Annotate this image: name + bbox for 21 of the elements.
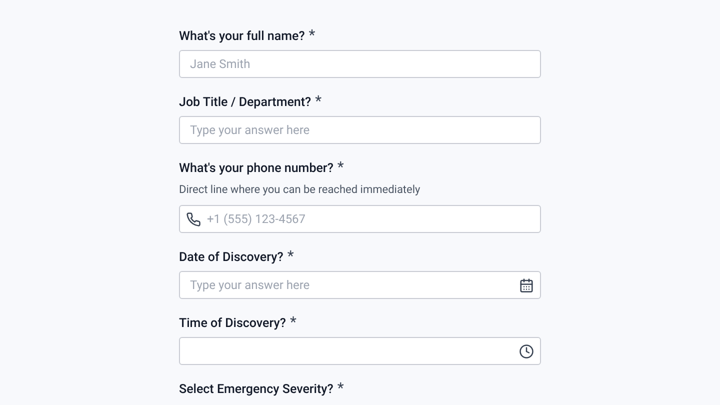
time-field[interactable] <box>179 337 541 365</box>
text-field[interactable]: Type your answer here <box>179 116 541 144</box>
required-asterisk: * <box>290 315 296 329</box>
required-asterisk: * <box>287 249 294 263</box>
clock-icon[interactable] <box>519 344 534 359</box>
question-label: Select Emergency Severity? <box>179 381 334 398</box>
phone-icon <box>186 212 201 227</box>
question-label: Job Title / Department? <box>179 94 312 111</box>
question-label: What's your phone number? <box>179 160 334 177</box>
phone-field[interactable]: +1 (555) 123-4567 <box>179 205 541 233</box>
required-asterisk: * <box>337 381 344 395</box>
required-asterisk: * <box>308 28 316 42</box>
required-asterisk: * <box>337 160 344 174</box>
date-field[interactable]: Type your answer here <box>179 271 541 299</box>
required-asterisk: * <box>315 94 322 108</box>
question-label: Date of Discovery? <box>179 249 284 266</box>
question-label: What's your full name? <box>179 28 305 45</box>
hint-text: Direct line where you can be reached immediately <box>179 183 422 197</box>
text-field[interactable]: Jane Smith <box>179 50 541 78</box>
question-label: Time of Discovery? <box>179 315 286 332</box>
calendar-icon[interactable] <box>519 278 534 293</box>
